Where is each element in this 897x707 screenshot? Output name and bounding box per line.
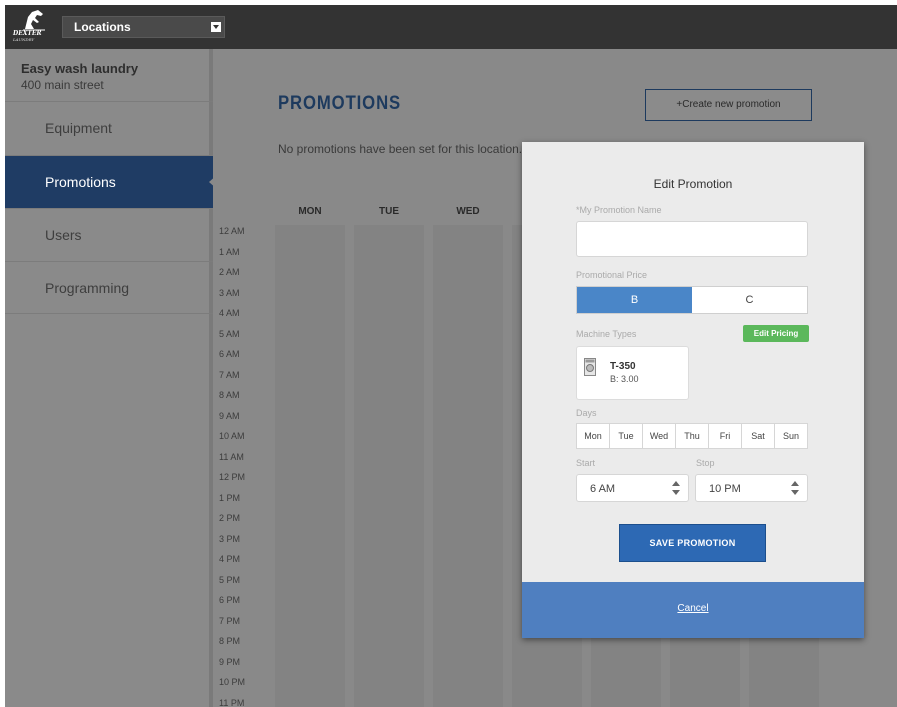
horse-logo-icon (23, 10, 45, 31)
day-toggle-mon[interactable]: Mon (577, 424, 610, 448)
hour-label: 8 AM (219, 390, 240, 400)
page-title: PROMOTIONS (278, 93, 402, 114)
hour-label: 5 PM (219, 574, 241, 585)
sidebar-item-label: Promotions (45, 174, 116, 190)
location-address: 400 main street (21, 78, 104, 92)
create-promotion-button[interactable]: +Create new promotion (645, 89, 812, 121)
hour-label: 4 AM (219, 308, 240, 318)
sidebar: Easy wash laundry 400 main street Equipm… (5, 49, 217, 707)
sidebar-item-label: Users (45, 227, 82, 243)
modal-footer: Cancel (522, 582, 864, 638)
day-toggle-wed[interactable]: Wed (643, 424, 676, 448)
day-toggle-tue[interactable]: Tue (610, 424, 643, 448)
hour-label: 1 PM (219, 492, 241, 503)
day-header-mon: MON (298, 206, 322, 217)
start-time-value: 6 AM (590, 483, 616, 495)
stop-label: Stop (696, 458, 715, 468)
promotion-name-label: *My Promotion Name (576, 205, 662, 215)
app-window: DEXTER LAUNDRY Locations Easy wash laund… (5, 5, 897, 707)
edit-promotion-modal: Edit Promotion *My Promotion Name Promot… (522, 142, 864, 638)
machine-name: T-350 (610, 361, 636, 372)
hour-label: 2 AM (219, 267, 240, 277)
hour-label: 2 PM (219, 513, 241, 523)
empty-message: No promotions have been set for this loc… (278, 142, 523, 156)
hour-label: 4 PM (219, 554, 241, 564)
save-promotion-button[interactable]: SAVE PROMOTION (619, 524, 766, 562)
hour-label: 5 AM (219, 328, 240, 339)
sidebar-item-users[interactable]: Users (5, 208, 213, 261)
sidebar-item-promotions[interactable]: Promotions (5, 155, 217, 208)
hour-label: 11 PM (219, 697, 245, 707)
hour-label: 10 PM (219, 677, 246, 687)
hour-label: 11 AM (219, 451, 244, 462)
day-toggle-thu[interactable]: Thu (676, 424, 709, 448)
sidebar-item-programming[interactable]: Programming (5, 261, 213, 314)
day-toggle-sun[interactable]: Sun (775, 424, 807, 448)
hour-label: 12 AM (219, 226, 245, 236)
hour-label: 6 AM (219, 349, 240, 359)
hour-label: 9 AM (219, 410, 240, 421)
price-toggle: B C (576, 286, 808, 314)
locations-dropdown[interactable]: Locations (62, 16, 225, 38)
sidebar-item-equipment[interactable]: Equipment (5, 101, 213, 154)
spinner-arrows-icon (791, 481, 799, 495)
hour-label: 1 AM (219, 246, 240, 257)
stop-time-select[interactable]: 10 PM (695, 474, 808, 502)
schedule-column[interactable] (275, 225, 345, 707)
machine-types-label: Machine Types (576, 329, 637, 339)
hour-label: 3 PM (219, 533, 241, 544)
promotional-price-label: Promotional Price (576, 270, 648, 280)
hour-label: 7 PM (219, 615, 241, 626)
hour-label: 8 PM (219, 636, 241, 646)
days-label: Days (576, 408, 597, 418)
sidebar-item-label: Programming (45, 280, 130, 296)
days-selector: Mon Tue Wed Thu Fri Sat Sun (576, 423, 808, 449)
dexter-logo[interactable]: DEXTER LAUNDRY (13, 9, 57, 45)
modal-title: Edit Promotion (653, 177, 733, 191)
hour-label: 3 AM (219, 287, 240, 298)
hour-label: 7 AM (219, 369, 240, 380)
hour-label: 10 AM (219, 431, 245, 441)
start-label: Start (576, 458, 596, 468)
promotion-name-input[interactable] (576, 221, 808, 257)
machine-card[interactable]: T-350 B: 3.00 (576, 346, 689, 400)
hour-label: 9 PM (219, 656, 241, 667)
schedule-column[interactable] (354, 225, 424, 707)
stop-time-value: 10 PM (709, 483, 741, 495)
caret-down-icon (211, 22, 221, 32)
spinner-arrows-icon (672, 481, 680, 495)
create-promotion-label: Create new promotion (682, 99, 781, 110)
location-name: Easy wash laundry (21, 61, 139, 76)
start-time-select[interactable]: 6 AM (576, 474, 689, 502)
cancel-link[interactable]: Cancel (522, 603, 864, 614)
washer-icon (584, 358, 596, 376)
edit-pricing-button[interactable]: Edit Pricing (743, 325, 809, 342)
day-header-wed: WED (456, 206, 480, 217)
brand-sub: LAUNDRY (13, 37, 35, 42)
day-toggle-fri[interactable]: Fri (709, 424, 742, 448)
hour-label: 6 PM (219, 595, 241, 605)
price-option-b[interactable]: B (577, 287, 692, 313)
top-bar: DEXTER LAUNDRY Locations (5, 5, 897, 49)
day-toggle-sat[interactable]: Sat (742, 424, 775, 448)
hour-label: 12 PM (219, 472, 246, 482)
machine-price: B: 3.00 (610, 374, 639, 384)
schedule-column[interactable] (433, 225, 503, 707)
locations-dropdown-label: Locations (74, 20, 131, 34)
price-option-c[interactable]: C (692, 287, 807, 313)
day-header-tue: TUE (379, 206, 399, 217)
sidebar-item-label: Equipment (45, 120, 112, 136)
